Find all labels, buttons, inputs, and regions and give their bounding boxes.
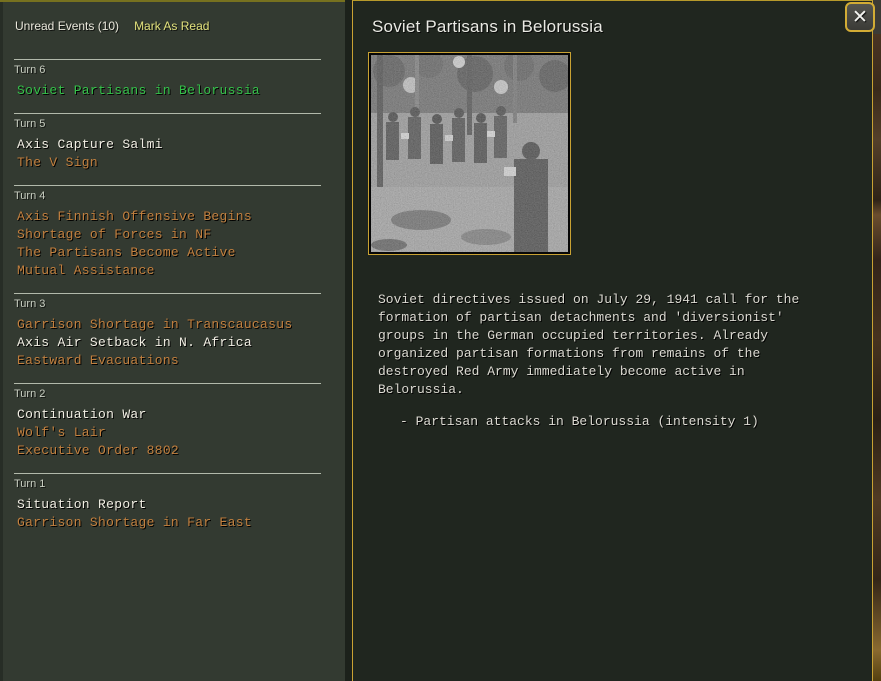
event-item[interactable]: The Partisans Become Active [17, 244, 321, 262]
mark-as-read-button[interactable]: Mark As Read [134, 19, 209, 33]
turn-label: Turn 6 [14, 64, 46, 76]
event-item[interactable]: Executive Order 8802 [17, 442, 321, 460]
event-detail-panel: Soviet Partisans in Belorussia Soviet di… [352, 0, 873, 681]
events-list-header: Unread Events (10) Mark As Read [0, 14, 345, 59]
event-detail-title: Soviet Partisans in Belorussia [372, 17, 603, 36]
soviet-partisans-photo [368, 50, 571, 255]
partisans-photo-illustration [371, 50, 571, 252]
close-icon: ✕ [852, 5, 868, 28]
turn-section-4: Turn 4 Axis Finnish Offensive Begins Sho… [14, 185, 321, 293]
turn-section-2: Turn 2 Continuation War Wolf's Lair Exec… [14, 383, 321, 473]
event-effect-line: - Partisan attacks in Belorussia (intens… [400, 414, 759, 429]
turn-label: Turn 4 [14, 190, 46, 202]
event-item[interactable]: Garrison Shortage in Far East [17, 514, 321, 532]
event-item[interactable]: Eastward Evacuations [17, 352, 321, 370]
event-item[interactable]: Garrison Shortage in Transcaucasus [17, 316, 321, 334]
event-item[interactable]: Continuation War [17, 406, 321, 424]
turn-section-1: Turn 1 Situation Report Garrison Shortag… [14, 473, 321, 545]
event-item[interactable]: Shortage of Forces in NF [17, 226, 321, 244]
turn-label: Turn 2 [14, 388, 46, 400]
event-description: Soviet directives issued on July 29, 194… [378, 292, 800, 397]
turn-label: Turn 3 [14, 298, 46, 310]
turn-section-5: Turn 5 Axis Capture Salmi The V Sign [14, 113, 321, 185]
close-button[interactable]: ✕ [845, 2, 875, 32]
event-item[interactable]: Axis Air Setback in N. Africa [17, 334, 321, 352]
turn-label: Turn 1 [14, 478, 46, 490]
event-item[interactable]: Mutual Assistance [17, 262, 321, 280]
event-item[interactable]: Axis Finnish Offensive Begins [17, 208, 321, 226]
event-item[interactable]: The V Sign [17, 154, 321, 172]
turn-section-3: Turn 3 Garrison Shortage in Transcaucasu… [14, 293, 321, 383]
event-item[interactable]: Axis Capture Salmi [17, 136, 321, 154]
event-item[interactable]: Situation Report [17, 496, 321, 514]
panel-divider [345, 0, 352, 681]
events-list-panel: Unread Events (10) Mark As Read Turn 6 S… [0, 0, 345, 681]
turn-label: Turn 5 [14, 118, 46, 130]
event-item[interactable]: Wolf's Lair [17, 424, 321, 442]
map-background-strip [873, 0, 881, 681]
event-item[interactable]: Soviet Partisans in Belorussia [17, 82, 321, 100]
turn-section-6: Turn 6 Soviet Partisans in Belorussia [14, 59, 321, 113]
unread-events-count: Unread Events (10) [15, 19, 120, 33]
